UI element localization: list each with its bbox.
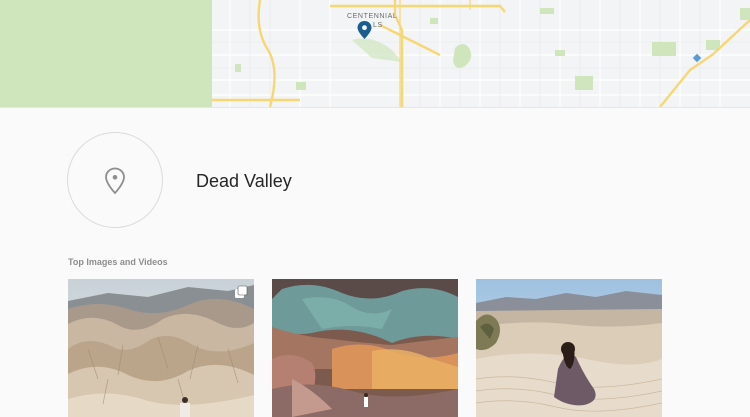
map-area-label: CENTENNIAL LS [347, 12, 397, 30]
post-tile-2[interactable] [272, 279, 458, 417]
sand-dunes-woman-photo [476, 279, 662, 417]
location-pin-icon [105, 167, 125, 195]
multiple-posts-icon [235, 285, 248, 298]
map-label-line1: CENTENNIAL [347, 13, 398, 20]
section-title: Top Images and Videos [68, 257, 168, 267]
location-name: Dead Valley [196, 171, 292, 191]
badlands-hills-photo [68, 279, 254, 417]
map-location-marker-icon [357, 21, 372, 39]
artists-palette-rocks-photo [272, 279, 458, 417]
location-avatar [67, 132, 163, 228]
location-map[interactable]: CENTENNIAL LS [0, 0, 750, 108]
map-label-line2: LS [373, 22, 383, 29]
post-tile-3[interactable] [476, 279, 662, 417]
post-tile-1[interactable] [68, 279, 254, 417]
location-header: Dead Valley [67, 132, 667, 230]
